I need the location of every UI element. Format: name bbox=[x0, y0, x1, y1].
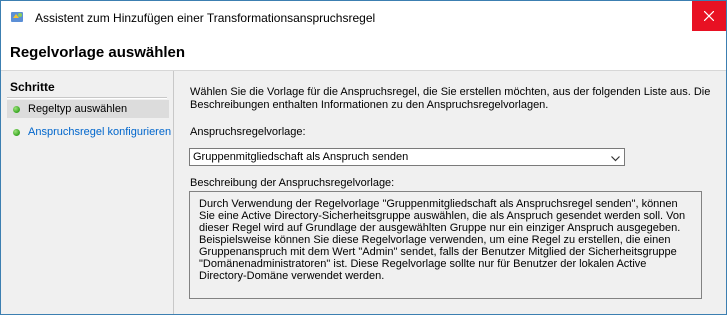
description-label: Beschreibung der Anspruchsregelvorlage: bbox=[190, 177, 395, 189]
template-select-value: Gruppenmitgliedschaft als Anspruch sende… bbox=[193, 151, 409, 163]
chevron-down-icon bbox=[611, 153, 620, 165]
sidebar-item-konfigurieren[interactable]: Anspruchsregel konfigurieren bbox=[7, 123, 172, 141]
template-label: Anspruchsregelvorlage: bbox=[190, 126, 306, 138]
panel-divider bbox=[173, 71, 174, 314]
description-box[interactable]: Durch Verwendung der Regelvorlage "Grupp… bbox=[189, 191, 702, 299]
sidebar-item-label: Anspruchsregel konfigurieren bbox=[28, 126, 172, 138]
close-button[interactable] bbox=[692, 1, 726, 31]
sidebar-item-label: Regeltyp auswählen bbox=[28, 103, 128, 115]
wizard-window: Assistent zum Hinzufügen einer Transform… bbox=[0, 0, 727, 315]
app-icon bbox=[9, 9, 25, 25]
template-select[interactable]: Gruppenmitgliedschaft als Anspruch sende… bbox=[189, 148, 625, 166]
sidebar-item-regeltyp[interactable]: Regeltyp auswählen bbox=[7, 100, 169, 118]
step-status-icon bbox=[13, 106, 20, 113]
main-content: Wählen Sie die Vorlage für die Anspruchs… bbox=[177, 71, 726, 314]
steps-heading: Schritte bbox=[10, 80, 55, 94]
title-bar[interactable]: Assistent zum Hinzufügen einer Transform… bbox=[1, 1, 726, 32]
window-title: Assistent zum Hinzufügen einer Transform… bbox=[35, 11, 376, 25]
page-header: Regelvorlage auswählen bbox=[1, 32, 726, 71]
intro-text: Wählen Sie die Vorlage für die Anspruchs… bbox=[190, 86, 711, 111]
page-title: Regelvorlage auswählen bbox=[10, 44, 186, 61]
description-text: Durch Verwendung der Regelvorlage "Grupp… bbox=[199, 198, 686, 282]
steps-sidebar: Schritte Regeltyp auswählen Anspruchsreg… bbox=[1, 71, 172, 314]
step-status-icon bbox=[13, 129, 20, 136]
sidebar-divider bbox=[7, 97, 167, 99]
close-icon bbox=[704, 11, 714, 21]
